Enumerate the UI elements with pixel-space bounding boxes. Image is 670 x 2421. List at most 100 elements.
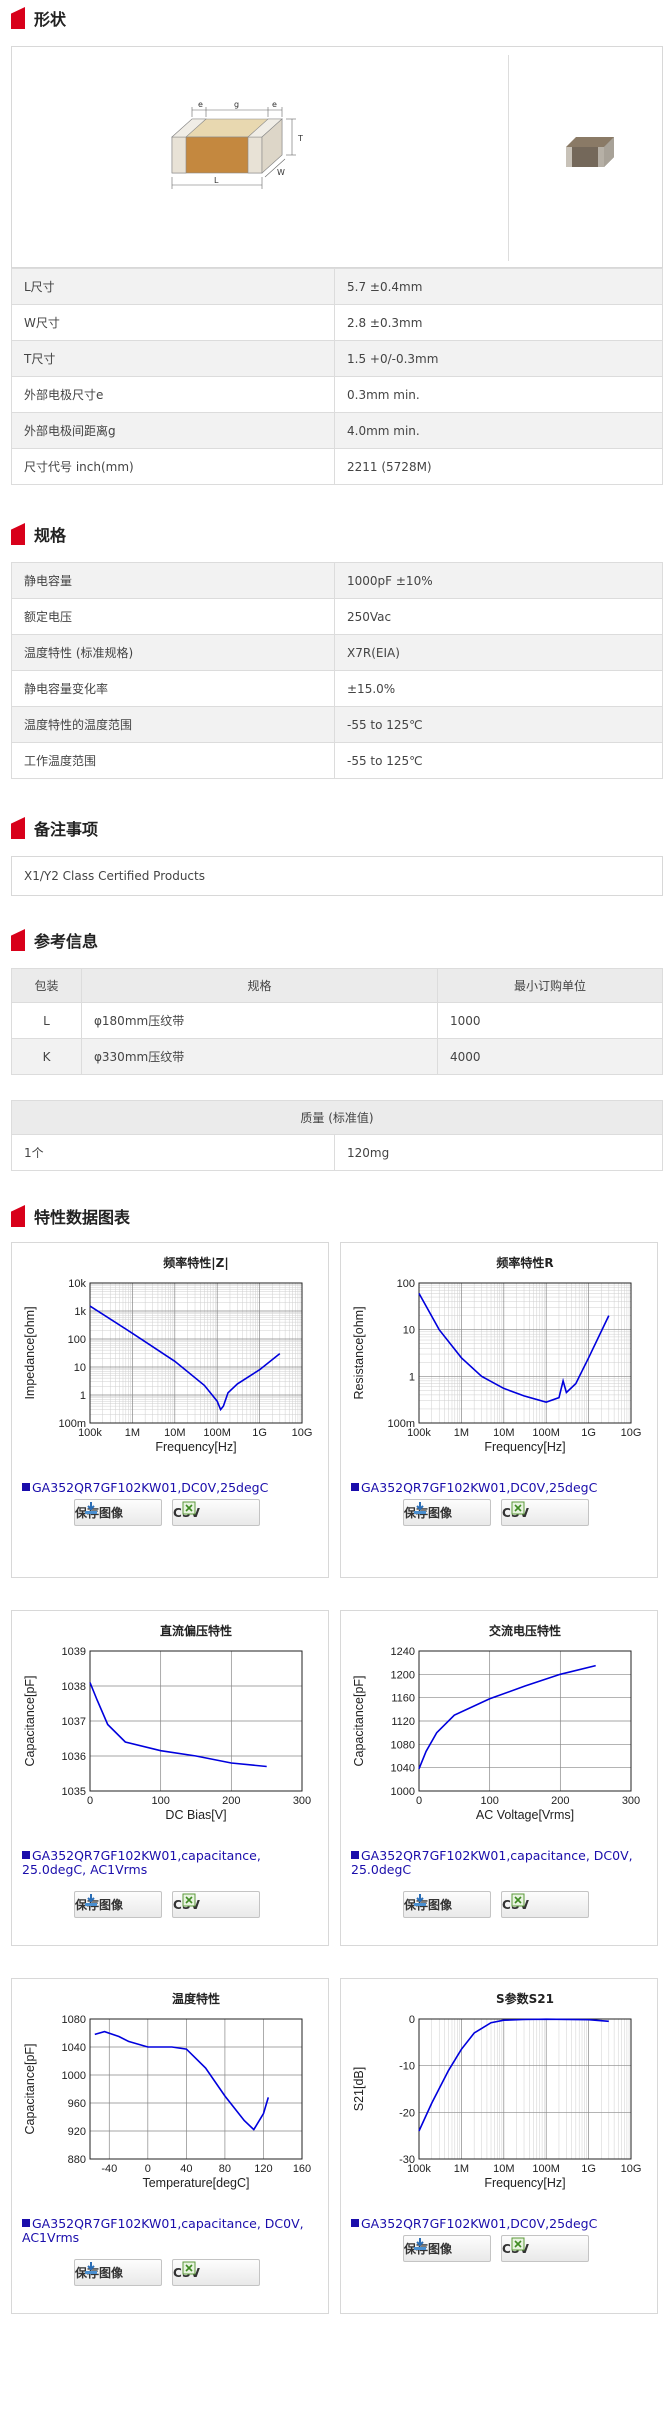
section-header-spec: 规格 [11, 522, 66, 546]
spreadsheet-icon [511, 1501, 525, 1515]
csv-download-button[interactable]: CSV [172, 1499, 260, 1526]
table-row: T尺寸 1.5 +0/-0.3mm [11, 340, 663, 377]
table-row: 工作温度范围 -55 to 125℃ [11, 742, 663, 779]
x-axis-label: DC Bias[V] [165, 1808, 226, 1822]
y-tick-label: 960 [68, 2098, 86, 2110]
plot-area [419, 2019, 631, 2159]
chart-legend-link[interactable]: GA352QR7GF102KW01,capacitance, DC0V, 25.… [351, 1849, 651, 1877]
section-header-notes: 备注事项 [11, 816, 98, 840]
y-axis-label: Capacitance[pF] [23, 2043, 37, 2134]
x-tick-label: 160 [293, 2163, 311, 2175]
y-tick-label: 1037 [62, 1716, 86, 1728]
save-image-button[interactable]: 保存图像 [74, 1499, 162, 1526]
x-tick-label: 1G [581, 1427, 596, 1439]
plot-area [419, 1283, 631, 1423]
y-tick-label: -20 [399, 2107, 415, 2119]
mass-table: 质量 (标准值) 1个 120mg [11, 1100, 663, 1171]
legend-swatch-icon [351, 1851, 359, 1859]
download-icon [414, 2238, 426, 2250]
legend-swatch-icon [22, 1483, 30, 1491]
x-tick-label: 100 [480, 1795, 498, 1807]
x-tick-label: 1M [454, 1427, 469, 1439]
save-image-button[interactable]: 保存图像 [403, 1891, 491, 1918]
y-tick-label: 1080 [391, 1739, 415, 1751]
spreadsheet-icon [511, 1893, 525, 1907]
spreadsheet-icon [182, 1501, 196, 1515]
y-tick-label: 1200 [391, 1669, 415, 1681]
x-tick-label: 100M [532, 1427, 560, 1439]
chart-panel: 频率特性R 100k 1M 10M 100M 1G 10G 100m 1 10 100 Frequen… [340, 1242, 658, 1578]
legend-text: GA352QR7GF102KW01,DC0V,25degC [32, 1480, 269, 1495]
section-title: 形状 [34, 10, 67, 29]
csv-download-button[interactable]: CSV [501, 1499, 589, 1526]
x-tick-label: 1G [252, 1427, 267, 1439]
save-image-button[interactable]: 保存图像 [403, 2235, 491, 2262]
x-tick-label: 300 [293, 1795, 311, 1807]
x-axis-label: Frequency[Hz] [484, 1440, 565, 1454]
x-axis-label: Temperature[degC] [142, 2176, 249, 2190]
chart-legend-link[interactable]: GA352QR7GF102KW01,DC0V,25degC [351, 2217, 651, 2231]
chart-svg: 交流电压特性 0 100 200 300 1000 1040 1080 1120 1160 1200… [352, 1623, 640, 1822]
table-row: 1个 120mg [11, 1134, 663, 1171]
y-tick-label: 100m [387, 1418, 415, 1430]
chart-legend-link[interactable]: GA352QR7GF102KW01,capacitance, 25.0degC,… [22, 1849, 322, 1877]
chart-legend-link[interactable]: GA352QR7GF102KW01,capacitance, DC0V, AC1… [22, 2217, 322, 2245]
table-row: W尺寸 2.8 ±0.3mm [11, 304, 663, 341]
save-image-button[interactable]: 保存图像 [403, 1499, 491, 1526]
csv-download-button[interactable]: CSV [172, 2259, 260, 2286]
save-image-button[interactable]: 保存图像 [74, 1891, 162, 1918]
table-row: 温度特性的温度范围 -55 to 125℃ [11, 706, 663, 743]
csv-download-button[interactable]: CSV [172, 1891, 260, 1918]
y-tick-label: 1160 [391, 1693, 415, 1705]
y-axis-label: Resistance[ohm] [352, 1306, 366, 1399]
table-row: K φ330mm压纹带 4000 [11, 1038, 663, 1075]
y-axis-label: S21[dB] [352, 2067, 366, 2111]
chart-legend-link[interactable]: GA352QR7GF102KW01,DC0V,25degC [22, 1481, 322, 1495]
y-axis-label: Impedance[ohm] [23, 1306, 37, 1399]
spec-table: 静电容量 1000pF ±10% 额定电压 250Vac 温度特性 (标准规格) X7… [11, 562, 663, 779]
x-tick-label: 0 [145, 2163, 151, 2175]
y-tick-label: 1240 [391, 1646, 415, 1658]
y-tick-label: 1 [409, 1371, 415, 1383]
legend-text: GA352QR7GF102KW01,capacitance, DC0V, 25.… [351, 1848, 633, 1877]
y-tick-label: 0 [409, 2014, 415, 2026]
y-tick-label: 1k [74, 1306, 86, 1318]
table-row: 额定电压 250Vac [11, 598, 663, 635]
spreadsheet-icon [182, 1893, 196, 1907]
packaging-table: 包装 规格 最小订购单位 L φ180mm压纹带 1000 K φ330mm压纹… [11, 968, 663, 1075]
csv-download-button[interactable]: CSV [501, 1891, 589, 1918]
legend-swatch-icon [22, 1851, 30, 1859]
x-tick-label: 1G [581, 2163, 596, 2175]
x-tick-label: 0 [87, 1795, 93, 1807]
y-tick-label: 1040 [391, 1763, 415, 1775]
x-tick-label: 0 [416, 1795, 422, 1807]
x-tick-label: 100M [203, 1427, 231, 1439]
table-row: 尺寸代号 inch(mm) 2211 (5728M) [11, 448, 663, 485]
chart-svg: 频率特性|Z|100k 1M 10M 100M 1G 10G100m1101001k10k… [23, 1255, 313, 1454]
y-tick-label: 10k [68, 1278, 86, 1290]
section-header-charts: 特性数据图表 [11, 1204, 130, 1228]
legend-text: GA352QR7GF102KW01,capacitance, 25.0degC,… [22, 1848, 261, 1877]
table-row: L尺寸 5.7 ±0.4mm [11, 268, 663, 305]
legend-text: GA352QR7GF102KW01,capacitance, DC0V, AC1… [22, 2216, 304, 2245]
y-tick-label: 1038 [62, 1681, 86, 1693]
y-tick-label: 1036 [62, 1751, 86, 1763]
legend-text: GA352QR7GF102KW01,DC0V,25degC [361, 2216, 598, 2231]
y-tick-label: 1120 [391, 1716, 415, 1728]
section-title: 特性数据图表 [34, 1208, 131, 1227]
y-tick-label: 1040 [62, 2042, 86, 2054]
save-image-button[interactable]: 保存图像 [74, 2259, 162, 2286]
chart-title: 温度特性 [172, 1991, 220, 2006]
legend-swatch-icon [351, 2219, 359, 2227]
section-marker-icon [11, 523, 25, 545]
x-tick-label: 200 [551, 1795, 569, 1807]
chart-title: 频率特性R [496, 1255, 553, 1270]
chart-svg: S参数S21100k 1M 10M 100M 1G 10G-30-20-100Freque… [352, 1991, 641, 2190]
table-row: 温度特性 (标准规格) X7R(EIA) [11, 634, 663, 671]
chart-legend-link[interactable]: GA352QR7GF102KW01,DC0V,25degC [351, 1481, 651, 1495]
x-tick-label: 10G [292, 1427, 313, 1439]
section-title: 规格 [34, 526, 67, 545]
csv-download-button[interactable]: CSV [501, 2235, 589, 2262]
section-marker-icon [11, 817, 25, 839]
section-marker-icon [11, 7, 25, 29]
